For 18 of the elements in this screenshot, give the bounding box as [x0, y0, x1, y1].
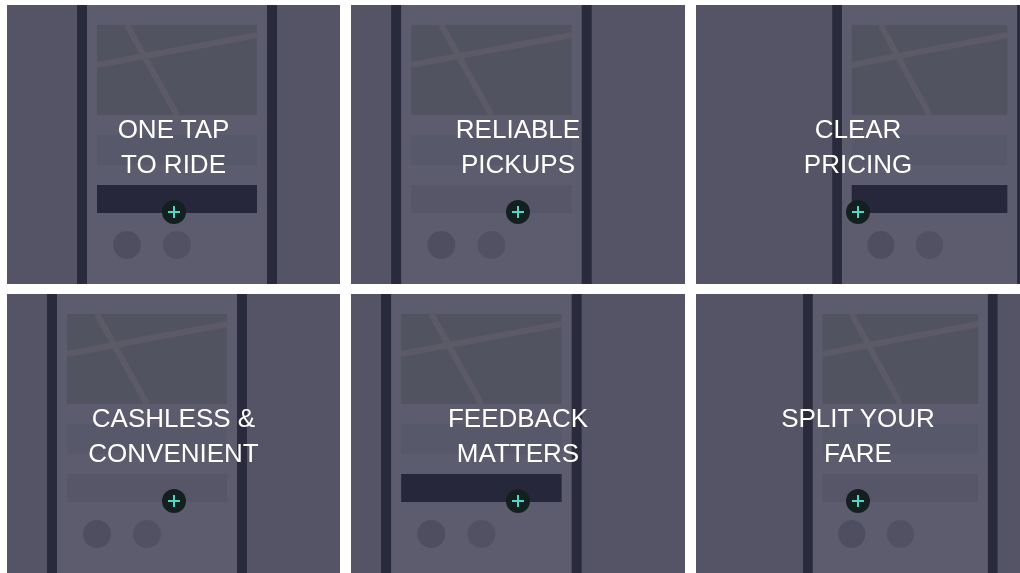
feature-title: CLEAR: [814, 113, 902, 146]
feature-title: TO RIDE: [121, 148, 226, 181]
plus-icon: [511, 494, 525, 508]
feature-title: MATTERS: [456, 437, 580, 470]
feature-title: RELIABLE: [455, 113, 581, 146]
feature-title: PICKUPS: [460, 148, 576, 181]
feature-title: PRICING: [803, 148, 913, 181]
plus-icon: [851, 494, 865, 508]
feature-title: FEEDBACK: [447, 402, 589, 435]
plus-icon: [166, 205, 181, 219]
feature-title: ONE TAP: [117, 113, 230, 146]
feature-title: CASHLESS &: [91, 402, 256, 435]
plus-icon: [511, 205, 525, 219]
feature-title: SPLIT YOUR: [781, 402, 935, 435]
plus-icon: [851, 205, 865, 219]
feature-title: FARE: [824, 437, 892, 470]
feature-title: CONVENIENT: [88, 437, 259, 470]
plus-icon: [166, 494, 181, 508]
